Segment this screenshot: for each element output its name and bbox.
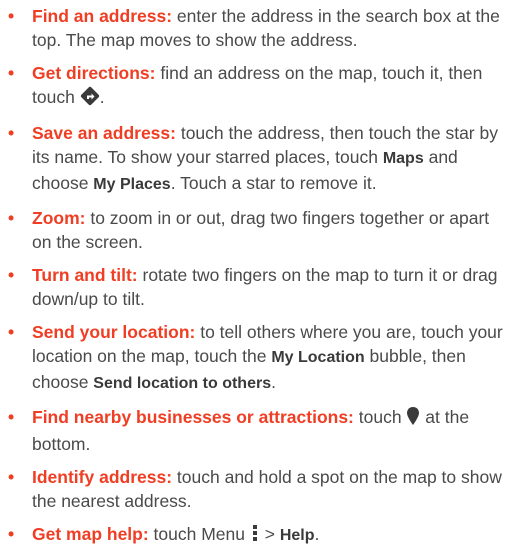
item-term: Send your location: (32, 322, 196, 342)
item-text: . Touch a star to remove it. (170, 173, 377, 193)
bullet: • (8, 208, 15, 228)
list-item: • Zoom: to zoom in or out, drag two fing… (6, 206, 508, 254)
item-term: Get map help: (32, 524, 149, 544)
list-item: • Save an address: touch the address, th… (6, 121, 508, 197)
item-term: Save an address: (32, 123, 176, 143)
bullet: • (8, 407, 15, 427)
item-term: Zoom: (32, 208, 86, 228)
item-term: Get directions: (32, 63, 156, 83)
item-term: Turn and tilt: (32, 265, 138, 285)
item-text: touch Menu (148, 524, 250, 544)
list-item: • Identify address: touch and hold a spo… (6, 465, 508, 513)
item-text: . (271, 372, 276, 392)
item-term: Find an address: (32, 6, 173, 26)
item-text: touch (353, 407, 407, 427)
bullet: • (8, 265, 15, 285)
item-term: Find nearby businesses or attractions: (32, 407, 354, 427)
bullet: • (8, 322, 15, 342)
list-item: • Find an address: enter the address in … (6, 4, 508, 52)
directions-icon (80, 86, 100, 112)
list-item: • Get directions: find an address on the… (6, 61, 508, 112)
bullet: • (8, 123, 15, 143)
menu-dots-icon (250, 523, 260, 549)
bold-help: Help (279, 527, 315, 544)
bold-my-location: My Location (271, 349, 365, 366)
item-term: Identify address: (32, 467, 173, 487)
bold-maps: Maps (382, 150, 424, 167)
tips-list: • Find an address: enter the address in … (0, 4, 514, 549)
bullet: • (8, 524, 15, 544)
bold-my-places: My Places (93, 176, 171, 193)
list-item: • Turn and tilt: rotate two fingers on t… (6, 263, 508, 311)
bullet: • (8, 6, 15, 26)
list-item: • Find nearby businesses or attractions:… (6, 405, 508, 456)
bold-send-location: Send location to others (93, 375, 272, 392)
item-text: . (99, 87, 105, 107)
list-item: • Get map help: touch Menu > Help. (6, 522, 508, 549)
item-text: to zoom in or out, drag two fingers toge… (32, 208, 490, 252)
bullet: • (8, 63, 15, 83)
location-pin-icon (406, 406, 420, 432)
item-text: . (314, 524, 320, 544)
bullet: • (8, 467, 15, 487)
item-text: > (259, 524, 280, 544)
list-item: • Send your location: to tell others whe… (6, 320, 508, 396)
